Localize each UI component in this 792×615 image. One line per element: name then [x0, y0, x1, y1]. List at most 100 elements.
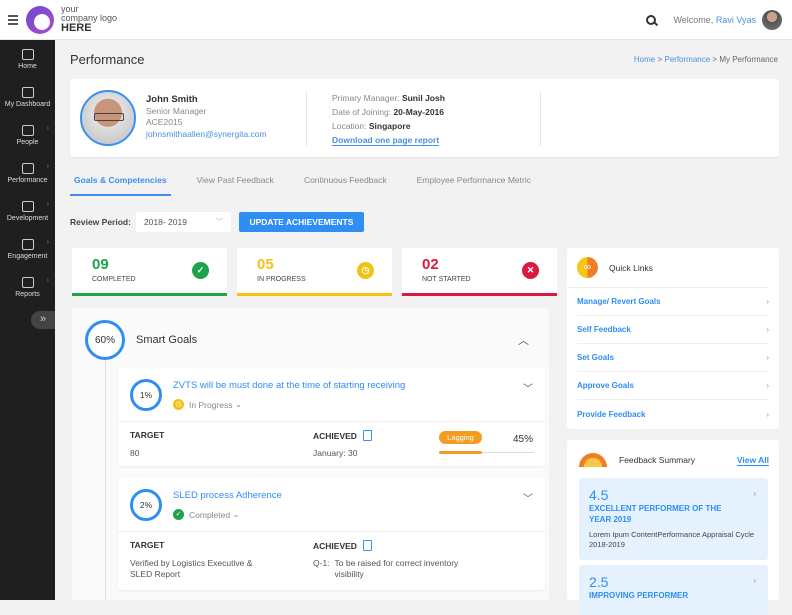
sidebar-item-people[interactable]: People ›: [0, 116, 55, 154]
sidebar-item-engagement[interactable]: Engagement ›: [0, 230, 55, 268]
chevron-right-icon: ›: [46, 125, 49, 132]
tab-employee-performance-metric[interactable]: Employee Performance Metric: [417, 170, 531, 196]
chevron-right-icon: ›: [753, 576, 756, 585]
quick-link-provide-feedback[interactable]: Provide Feedback ›: [577, 400, 769, 428]
clock-icon: ◷: [357, 262, 374, 279]
view-all-link[interactable]: View All: [736, 455, 769, 466]
goal-achieved-value: January: 30: [313, 448, 358, 458]
profile-photo: [80, 90, 136, 146]
tab-bar: Goals & Competencies View Past Feedback …: [70, 170, 561, 196]
chevron-down-icon: ﹀: [215, 219, 223, 226]
chevron-right-icon: ›: [753, 489, 756, 498]
quick-links-title: Quick Links: [609, 262, 653, 273]
tab-goals-competencies[interactable]: Goals & Competencies: [70, 170, 171, 196]
sidebar-item-home[interactable]: Home: [0, 40, 55, 78]
monitor-icon: [21, 86, 34, 98]
chevron-right-icon: ›: [46, 239, 49, 246]
goal-status-dropdown[interactable]: ✓ Completed ⌄: [173, 509, 240, 520]
feedback-title: EXCELLENT PERFORMER OF THE YEAR 2019: [589, 504, 722, 524]
close-circle-icon: ✕: [522, 262, 539, 279]
profile-role: Senior Manager: [146, 105, 207, 116]
location: Singapore: [368, 121, 411, 131]
chevron-up-icon[interactable]: ︿: [518, 332, 529, 348]
tab-continuous-feedback[interactable]: Continuous Feedback: [304, 170, 387, 196]
breadcrumb-current: My Performance: [719, 55, 778, 64]
feedback-score: 4.5: [589, 487, 609, 503]
goal-progress-bar: [439, 451, 534, 454]
main-content: Performance Home > Performance > My Perf…: [55, 40, 792, 615]
goal-card: 2% SLED process Adherence ✓ Completed ⌄ ﹀…: [118, 478, 545, 590]
page-title: Performance: [70, 52, 145, 67]
smart-goals-progress-ring: 60%: [85, 320, 125, 360]
sidebar-item-reports[interactable]: Reports ›: [0, 268, 55, 306]
feedback-item[interactable]: 4.5 EXCELLENT PERFORMER OF THE YEAR 2019…: [579, 478, 768, 560]
update-achievements-button[interactable]: UPDATE ACHIEVEMENTS: [238, 212, 364, 232]
expand-sidebar-button[interactable]: »: [31, 311, 55, 329]
quick-link-manage-revert-goals[interactable]: Manage/ Revert Goals ›: [577, 288, 769, 316]
sidebar-item-development[interactable]: Development ›: [0, 192, 55, 230]
link-icon: ∞: [577, 257, 598, 278]
tab-view-past-feedback[interactable]: View Past Feedback: [197, 170, 274, 196]
goal-progress-fill: [439, 451, 482, 454]
goal-status-dropdown[interactable]: ◷ In Progress ⌄: [173, 399, 242, 410]
welcome-text: Welcome, Ravi Vyas: [673, 14, 756, 25]
gauge-icon: [579, 453, 607, 467]
smart-goals-title: Smart Goals: [136, 334, 198, 346]
check-circle-icon: ✓: [173, 509, 184, 520]
people-icon: [21, 124, 34, 136]
goal-title-link[interactable]: SLED process Adherence: [173, 490, 282, 501]
top-bar: your company logo HERE Welcome, Ravi Vya…: [0, 0, 792, 40]
quick-link-set-goals[interactable]: Set Goals ›: [577, 344, 769, 372]
chevron-right-icon: ›: [766, 353, 769, 362]
breadcrumb-home[interactable]: Home: [634, 55, 655, 64]
chevron-right-icon: ›: [766, 409, 769, 419]
chevron-down-icon: ⌄: [234, 399, 242, 409]
goal-progress-ring: 1%: [130, 379, 162, 411]
breadcrumb-performance[interactable]: Performance: [664, 55, 710, 64]
quick-link-approve-goals[interactable]: Approve Goals ›: [577, 372, 769, 400]
goal-achieved-value: Q-1: To be raised for correct inventory v…: [313, 558, 459, 579]
stat-in-progress[interactable]: 05 IN PROGRESS ◷: [237, 248, 392, 296]
search-icon[interactable]: [646, 14, 657, 25]
user-name-link[interactable]: Ravi Vyas: [716, 15, 756, 25]
user-avatar[interactable]: [762, 9, 782, 30]
quick-link-self-feedback[interactable]: Self Feedback ›: [577, 316, 769, 344]
stat-not-started[interactable]: 02 NOT STARTED ✕: [402, 248, 557, 296]
company-logo-icon: [26, 5, 54, 34]
chevron-right-icon: ›: [766, 297, 769, 306]
hamburger-menu-icon[interactable]: [8, 14, 18, 25]
chevron-down-icon[interactable]: ﹀: [523, 380, 533, 395]
divider: [540, 92, 541, 146]
goal-card: 1% ZVTS will be must done at the time of…: [118, 368, 545, 466]
profile-id: ACE2015: [146, 117, 183, 127]
primary-manager: Sunil Josh: [401, 93, 445, 103]
stat-completed[interactable]: 09 COMPLETED ✓: [72, 248, 227, 296]
goal-progress-ring: 2%: [130, 489, 162, 521]
clock-icon: ◷: [173, 399, 184, 410]
document-clock-icon[interactable]: [362, 540, 372, 551]
review-period-select[interactable]: 2018- 2019 ﹀: [135, 212, 231, 232]
feedback-description: Lorem Ipum ContentPerformance Appraisal …: [589, 530, 755, 549]
sidebar-item-performance[interactable]: Performance ›: [0, 154, 55, 192]
smart-goals-panel: 60% Smart Goals ︿ 1% ZVTS will be must d…: [72, 308, 549, 600]
profile-card: John Smith Senior Manager ACE2015 johnsm…: [70, 79, 779, 157]
feedback-summary-title: Feedback Summary: [619, 455, 696, 465]
home-icon: [21, 48, 34, 60]
document-clock-icon[interactable]: [362, 430, 372, 441]
goal-progress-percent: 45%: [512, 434, 533, 445]
goal-stats: 09 COMPLETED ✓ 05 IN PROGRESS ◷ 02 NOT S…: [72, 248, 557, 296]
lagging-badge: Lagging: [439, 431, 482, 444]
sidebar: Home My Dashboard People › Performance › D…: [0, 40, 55, 600]
book-icon: [21, 200, 34, 212]
goal-title-link[interactable]: ZVTS will be must done at the time of st…: [173, 380, 405, 391]
sidebar-item-my-dashboard[interactable]: My Dashboard: [0, 78, 55, 116]
chevron-down-icon[interactable]: ﹀: [523, 490, 533, 505]
feedback-item[interactable]: 2.5 IMPROVING PERFORMER ›: [579, 565, 768, 615]
profile-email-link[interactable]: johnsmithaallen@synergita.com: [146, 129, 267, 141]
company-logo-text: your company logo HERE: [61, 4, 118, 34]
chevron-right-icon: ›: [766, 325, 769, 334]
download-report-link[interactable]: Download one page report: [332, 135, 440, 146]
gauge-icon: [21, 162, 34, 174]
check-circle-icon: ✓: [192, 262, 209, 279]
goal-target-value: 80: [130, 448, 140, 458]
